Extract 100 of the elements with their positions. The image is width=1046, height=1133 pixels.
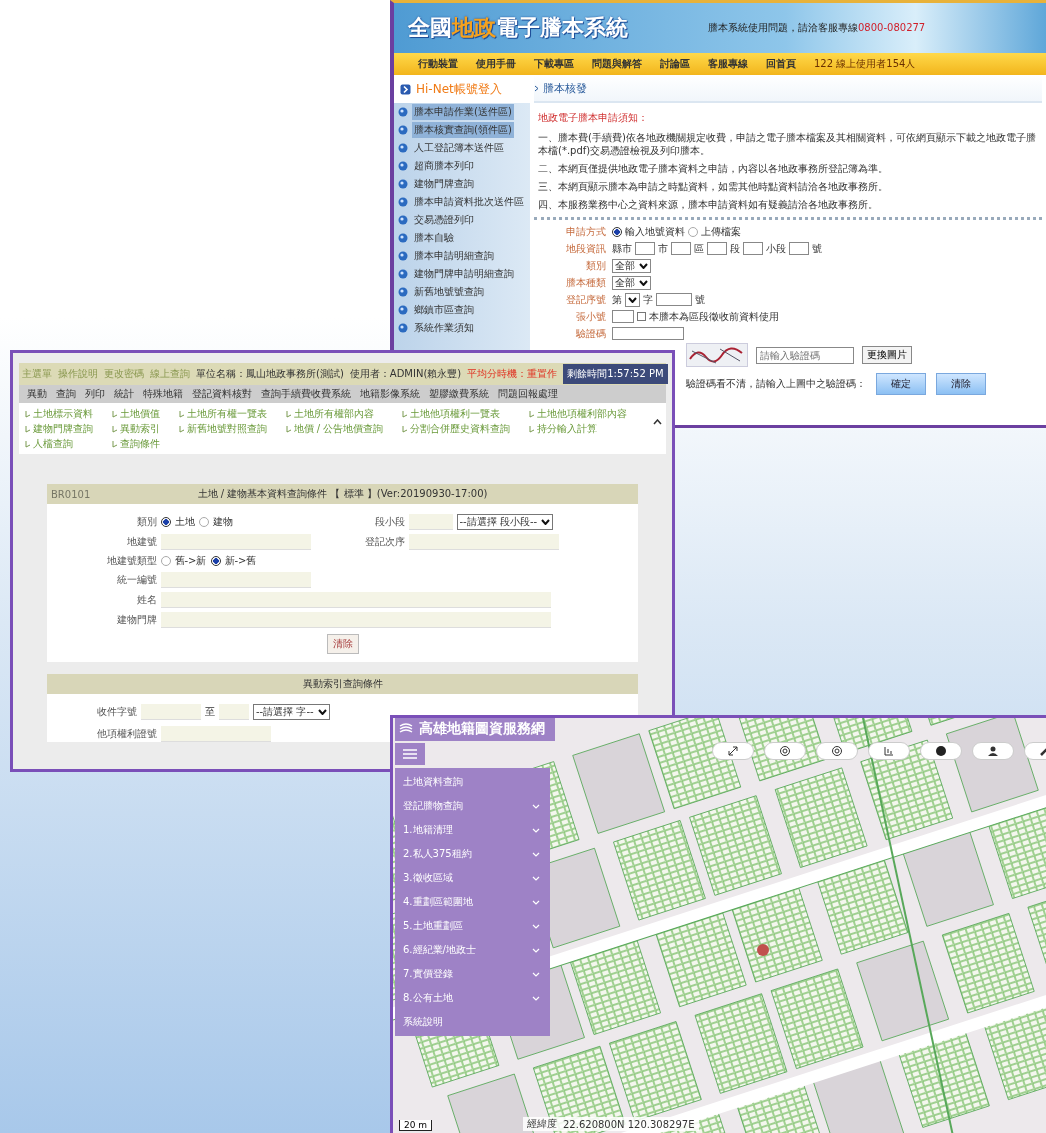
map-tool-button[interactable] <box>816 742 858 760</box>
layers-icon <box>779 745 791 757</box>
sidebar-item[interactable]: 人工登記簿本送件區 <box>412 140 506 156</box>
bullet-icon <box>398 233 408 243</box>
nav-link[interactable]: 下載專區 <box>534 57 574 71</box>
query-link[interactable]: 異動索引 <box>119 421 160 436</box>
query-link[interactable]: 土地他項權利一覽表 <box>410 406 501 421</box>
dropdown[interactable] <box>625 292 640 307</box>
action-button[interactable]: 確定 <box>876 373 926 395</box>
sidebar-item[interactable]: 新舊地號號查詢 <box>412 284 486 300</box>
dropdown[interactable]: --請選擇 字-- <box>253 704 330 720</box>
menu-item[interactable]: 統計 <box>114 387 134 401</box>
map-tool-button[interactable] <box>972 742 1014 760</box>
menu-button[interactable] <box>395 743 425 765</box>
nav-link[interactable]: 使用手冊 <box>476 57 516 71</box>
field-label: 姓名 <box>135 593 157 607</box>
bullet-icon <box>398 161 408 171</box>
query-link[interactable]: 查詢條件 <box>119 436 160 451</box>
query-link[interactable]: 建物門牌查詢 <box>33 421 93 436</box>
map-tool-button[interactable] <box>920 742 962 760</box>
input-field[interactable] <box>707 242 727 255</box>
chevron-icon <box>532 923 540 929</box>
nav-link[interactable]: 討論區 <box>660 57 690 71</box>
query-link[interactable]: 新舊地號對照查詢 <box>186 421 267 436</box>
bullet-icon <box>398 287 408 297</box>
chevron-icon <box>532 947 540 953</box>
menu-label: 登記謄物查詢 <box>403 799 463 813</box>
chevron-icon <box>532 899 540 905</box>
sidebar-item[interactable]: 鄉鎮市區查詢 <box>412 302 476 318</box>
sidebar-item[interactable]: 謄本申請明細查詢 <box>412 248 496 264</box>
sidebar-item[interactable]: 超商謄本列印 <box>412 158 476 174</box>
query-link[interactable]: 土地標示資料 <box>33 406 93 421</box>
coordinates: 22.620800N 120.308297E <box>563 1118 695 1130</box>
nav-link[interactable]: 回首頁 <box>766 57 796 71</box>
menu-label: 5.土地重劃區 <box>403 919 463 933</box>
radio-button[interactable] <box>210 556 221 566</box>
input-field[interactable] <box>635 242 655 255</box>
menu-item[interactable]: 登記資料核對 <box>192 387 252 401</box>
dropdown[interactable]: 全部 <box>612 258 651 273</box>
query-link[interactable]: 地價 / 公告地價查詢 <box>293 421 384 436</box>
field-label: 驗證碼 <box>575 326 606 341</box>
input-field[interactable] <box>743 242 763 255</box>
map-title: 高雄地籍圖資服務網 <box>419 720 545 738</box>
caret-icon <box>639 279 648 286</box>
query-link[interactable]: 土地他項權利部內容 <box>537 406 628 421</box>
input-field[interactable] <box>612 310 634 323</box>
sidebar-item[interactable]: 交易憑證列印 <box>412 212 476 228</box>
menu-item[interactable]: 列印 <box>85 387 105 401</box>
radio-button[interactable] <box>612 226 622 237</box>
sidebar-item[interactable]: 謄本申請資料批次送件區 <box>412 194 526 210</box>
option-label: 輸入地號資料 <box>625 224 685 239</box>
menu-item[interactable]: 特殊地籍 <box>143 387 183 401</box>
menu-item[interactable]: 查詢 <box>56 387 76 401</box>
query-link[interactable]: 持分輸入計算 <box>537 421 598 436</box>
alert-text: 平均分時機：重置作 <box>467 367 558 381</box>
sidebar-item[interactable]: 謄本申請作業(送件區) <box>412 104 514 120</box>
sidebar-item[interactable]: 謄本核實查詢(領件區) <box>412 122 514 138</box>
menu-label: 2.私人375租約 <box>403 847 472 861</box>
query-link[interactable]: 分割合併歷史資料查詢 <box>410 421 511 436</box>
session-timer: 剩餘時間1:57:52 PM <box>563 364 668 384</box>
input-field[interactable] <box>612 327 684 340</box>
menu-label: 系統說明 <box>403 1015 443 1029</box>
action-button[interactable]: 清除 <box>936 373 986 395</box>
input-field[interactable] <box>656 293 692 306</box>
query-link[interactable]: 土地所有權部內容 <box>293 406 374 421</box>
menu-item[interactable]: 查詢手續費收費系統 <box>261 387 351 401</box>
page-heading: 謄本核發 <box>543 80 587 96</box>
logo-icon <box>399 723 413 735</box>
query-link[interactable]: 土地價值 <box>119 406 160 421</box>
field-label: 謄本種類 <box>565 275 606 290</box>
sidebar-item[interactable]: 建物門牌查詢 <box>412 176 476 192</box>
dropdown[interactable]: 全部 <box>612 275 651 290</box>
query-link[interactable]: 土地所有權一覽表 <box>186 406 267 421</box>
checkbox[interactable] <box>637 312 646 321</box>
nav-link[interactable]: 客服專線 <box>708 57 748 71</box>
chevron-icon <box>534 84 539 92</box>
option-label: 舊->新 <box>174 554 207 568</box>
map-tool-button[interactable] <box>764 742 806 760</box>
menu-item[interactable]: 異動 <box>27 387 47 401</box>
menu-item[interactable]: 問題回報處理 <box>498 387 558 401</box>
field-label: 他項權利證號 <box>97 727 157 741</box>
menu-item[interactable]: 塑膠繳費系統 <box>429 387 489 401</box>
input-field[interactable] <box>789 242 809 255</box>
clear-button[interactable]: 清除 <box>326 634 359 654</box>
nav-link[interactable]: 行動裝置 <box>418 57 458 71</box>
sidebar-item[interactable]: 謄本自驗 <box>412 230 456 246</box>
chevron-icon <box>532 851 540 857</box>
unit-label: 至 <box>205 705 215 719</box>
radio-button[interactable] <box>160 517 171 527</box>
unit-label: 字 <box>643 292 653 307</box>
menu-item[interactable]: 地籍影像系統 <box>360 387 420 401</box>
refresh-button[interactable]: 更換圖片 <box>862 346 912 364</box>
nav-link[interactable]: 問題與解答 <box>592 57 642 71</box>
query-link[interactable]: 人檔查詢 <box>33 436 73 451</box>
captcha-field[interactable]: 請輸入驗證碼 <box>756 346 854 364</box>
input-field[interactable] <box>671 242 691 255</box>
dropdown[interactable]: --請選擇 段小段-- <box>456 514 554 530</box>
sidebar-item[interactable]: 系統作業須知 <box>412 320 476 336</box>
sidebar-item[interactable]: 建物門牌申請明細查詢 <box>412 266 516 282</box>
caret-icon <box>628 296 637 303</box>
